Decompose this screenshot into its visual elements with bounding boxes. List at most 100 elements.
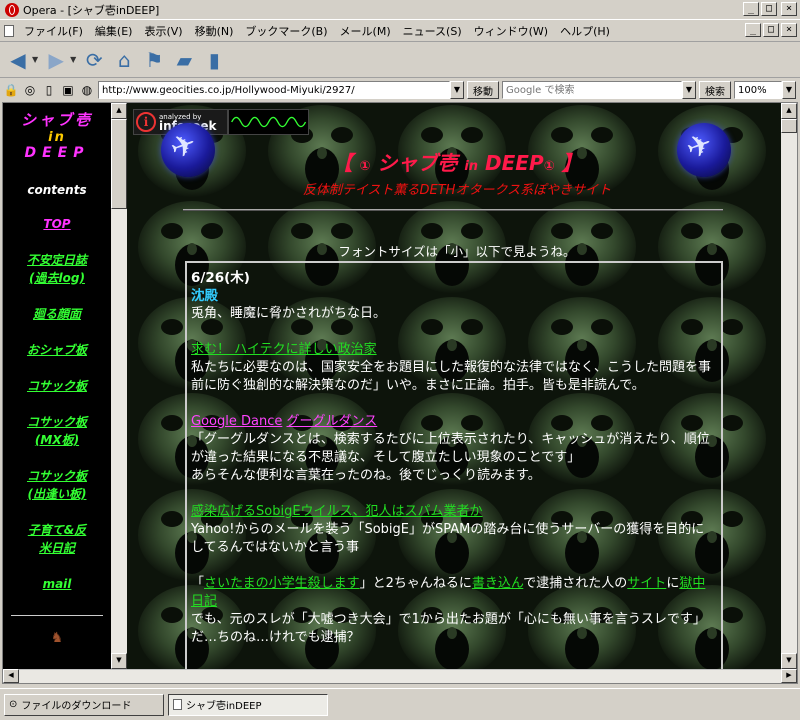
tab-downloads-label: ファイルのダウンロード [21,701,132,712]
sidebar-contents-heading: contents [27,183,87,197]
menu-bookmarks[interactable]: ブックマーク(B) [239,23,333,39]
link-site[interactable]: サイト [627,576,666,591]
sidebar-link-oshabu-board[interactable]: おシャブ板 [3,341,111,359]
diary-post: 6/26(木) 沈殿 兎角、睡魔に脅かされがちな日。 求む！ ハイテクに詳しい政… [185,261,723,669]
font-size-note: フォントサイズは「小」以下で見ようね。 [338,244,576,259]
globe-icon[interactable]: ◍ [79,82,95,98]
infoseek-i-icon: i [136,112,156,132]
main-scroll-thumb[interactable] [781,119,797,133]
tab-active-page[interactable]: シャブ壱inDEEP [168,693,328,716]
title-in: in [464,159,479,174]
link-google-dance[interactable]: Google Dance [191,414,282,429]
title-symbol: ① [359,159,371,174]
sidebar-logo: シャブ壱 in DEEP [3,109,111,161]
sidebar-link-cossack-meet-board[interactable]: コサック板 (出逢い板) [3,467,111,503]
sidebar-scroll-thumb[interactable] [111,119,127,209]
scroll-right-icon[interactable]: ▶ [781,669,797,683]
sidebar-link-parenting-diary[interactable]: 子育て&反 米日記 [3,521,111,557]
window-tab-bar: ⊙ ファイルのダウンロード シャブ壱inDEEP [0,688,800,720]
sidebar-link-rotating-face[interactable]: 廻る顔面 [3,305,111,323]
item1-text: 私たちに必要なのは、国家安全をお題目にした報復的な法律ではなく、こうした問題を事… [191,360,712,393]
zoom-input[interactable] [734,81,782,99]
address-bar: 🔒 ◎ ▯ ▣ ◍ ▼ 移動 ▼ 検索 ▼ [0,79,800,101]
forward-icon[interactable]: ▶ [44,48,68,72]
waveform-icon [227,109,309,135]
site-title: 【 ① シャブ壱 in DEEP① 】 [247,147,667,176]
item4-paragraph: 「さいたまの小学生殺します」と2ちゃんねるに書き込んで逮捕された人のサイトに獄中… [191,575,717,611]
sidebar-scroll-down-icon[interactable]: ▼ [111,653,127,669]
print-icon[interactable]: ▰ [172,48,196,72]
main-frame: i analyzed by infoseek ✈ ✈ 【 ① シャブ壱 in D… [127,103,781,669]
header-divider [183,209,723,211]
mdi-restore-button[interactable]: □ [763,23,779,37]
sidebar-link-cossack-mx-board[interactable]: コサック板 (MX板) [3,413,111,449]
lock-icon[interactable]: ▣ [60,82,76,98]
sidebar-scrollbar[interactable]: ▲ ▼ [111,103,127,669]
post-date: 6/26(木) [191,270,250,286]
url-input[interactable] [98,81,450,99]
menu-mail[interactable]: メール(M) [334,23,397,39]
horizontal-scrollbar[interactable]: ◀ ▶ [3,669,797,683]
item2-comment: あらそんな便利な言葉在ったのね。後でじっくり読みます。 [191,468,541,483]
sidebar-link-diary[interactable]: 不安定日誌 (過去log) [3,251,111,287]
menu-edit[interactable]: 編集(E) [89,23,139,39]
search-input[interactable] [502,81,682,99]
menu-bar: ファイル(F) 編集(E) 表示(V) 移動(N) ブックマーク(B) メール(… [0,20,800,42]
forward-dropdown-icon[interactable]: ▼ [70,55,76,64]
menu-news[interactable]: ニュース(S) [397,23,468,39]
sidebar-logo-line3: DEEP [24,145,90,161]
window-title: Opera - [シャブ壱inDEEP] [23,3,160,17]
sidebar-scroll-up-icon[interactable]: ▲ [111,103,127,119]
search-button[interactable]: 検索 [699,81,731,99]
main-scrollbar[interactable]: ▲ ▼ [781,103,797,669]
home-icon[interactable]: ⌂ [112,48,136,72]
mdi-minimize-button[interactable]: _ [745,23,761,37]
infoseek-badge[interactable]: i analyzed by infoseek [133,109,309,135]
zoom-dropdown-icon[interactable]: ▼ [782,81,796,99]
site-subtitle: 反体制テイスト薫るDETHオタークス系ぽやきサイト [302,183,612,198]
window-controls: _ □ × [743,2,797,16]
sidebar-logo-line2: in [48,130,66,145]
menu-file[interactable]: ファイル(F) [18,23,89,39]
item2-heading: Google Dance グーグルダンス [191,413,717,431]
item4-text: でも、元のスレが「大嘘つき大会」で1から出たお題が「心にも無い事を言うスレです」… [191,612,706,645]
sidebar-link-top[interactable]: TOP [3,215,111,233]
sidebar-link-cossack-board[interactable]: コサック板 [3,377,111,395]
page-viewport: シャブ壱 in DEEP contents TOP 不安定日誌 (過去log) … [2,102,798,684]
back-dropdown-icon[interactable]: ▼ [32,55,38,64]
minimize-button[interactable]: _ [743,2,759,16]
maximize-button[interactable]: □ [761,2,777,16]
link-saitama-thread[interactable]: さいたまの小学生殺します [204,576,360,591]
back-icon[interactable]: ◀ [6,48,30,72]
camera-icon[interactable]: ◎ [22,82,38,98]
close-button[interactable]: × [781,2,797,16]
hotlist-icon[interactable]: ⚑ [142,48,166,72]
link-google-dance-jp[interactable]: グーグルダンス [286,414,377,429]
document-menu-icon[interactable] [4,24,14,37]
menu-navigate[interactable]: 移動(N) [189,23,240,39]
link-kakikomi[interactable]: 書き込ん [472,576,523,591]
item2-quote: 「グーグルダンスとは、検索するたびに上位表示されたり、キャッシュが消えたり、順位… [191,432,710,465]
page-icon[interactable]: ▯ [41,82,57,98]
menu-window[interactable]: ウィンドウ(W) [468,23,554,39]
item4-mid2: で逮捕された人の [523,576,628,591]
link-sobige-virus[interactable]: 感染広げるSobigEウイルス、犯人はスパム業者か [191,504,483,519]
menu-help[interactable]: ヘルプ(H) [554,23,616,39]
main-scroll-up-icon[interactable]: ▲ [781,103,797,119]
scroll-left-icon[interactable]: ◀ [3,669,19,683]
search-dropdown-icon[interactable]: ▼ [682,81,696,99]
reload-icon[interactable]: ⟳ [82,48,106,72]
page-tab-icon [173,699,182,710]
item3-text: Yahoo!からのメールを装う「SobigE」がSPAMの踏み台に使うサーバーの… [191,522,705,555]
menu-view[interactable]: 表示(V) [138,23,188,39]
main-scroll-down-icon[interactable]: ▼ [781,653,797,669]
sidebar-link-mail[interactable]: mail [3,575,111,593]
document-icon[interactable]: ▮ [202,48,226,72]
link-hightech-politician[interactable]: 求む！ ハイテクに詳しい政治家 [191,342,377,357]
mdi-close-button[interactable]: × [781,23,797,37]
go-button[interactable]: 移動 [467,81,499,99]
url-dropdown-icon[interactable]: ▼ [450,81,464,99]
title-bar: Opera - [シャブ壱inDEEP] _ □ × [0,0,800,20]
tab-downloads[interactable]: ⊙ ファイルのダウンロード [4,693,164,716]
security-icon[interactable]: 🔒 [3,82,19,98]
